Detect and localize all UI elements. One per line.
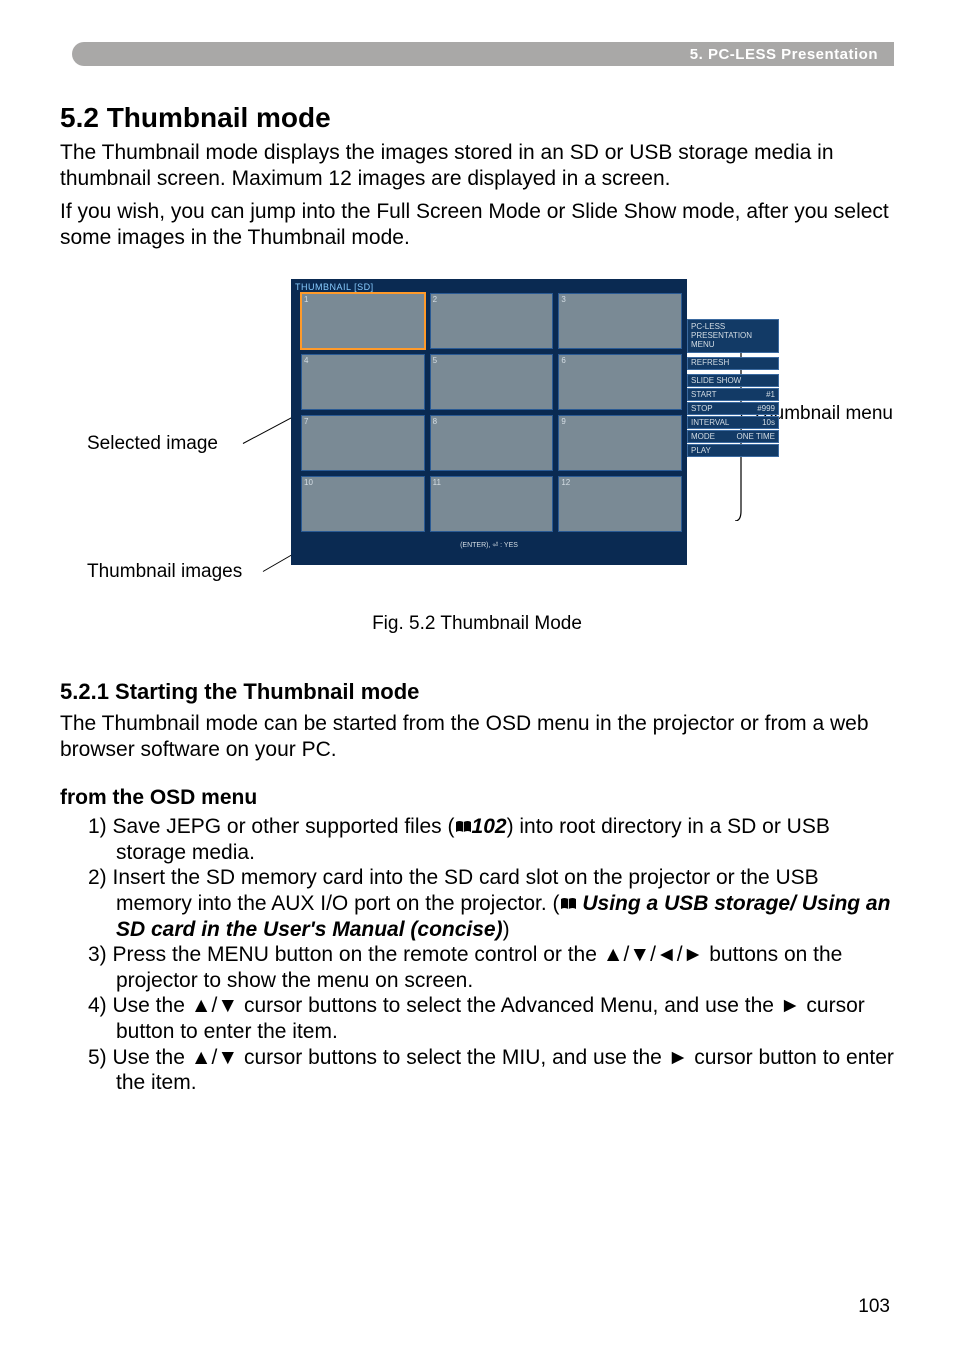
subheading-5-2-1: 5.2.1 Starting the Thumbnail mode [60, 679, 894, 705]
side-mode: MODEONE TIME [687, 430, 779, 443]
section-header-bar: 5. PC-LESS Presentation [72, 42, 894, 66]
step-5: 5) Use the ▲/▼ cursor buttons to select … [88, 1045, 894, 1096]
selected-image-label: Selected image [87, 433, 218, 455]
side-start: START#1 [687, 388, 779, 401]
thumbnail-cell: 7 [301, 415, 425, 471]
side-play: PLAY [687, 444, 779, 457]
thumbnail-cell: 4 [301, 354, 425, 410]
thumbnail-grid: 1 2 3 4 5 6 7 8 9 10 11 12 [291, 293, 687, 536]
thumbnail-screen: THUMBNAIL [SD] 1 2 3 4 5 6 7 8 9 10 11 1… [291, 279, 687, 565]
intro-paragraph-1: The Thumbnail mode displays the images s… [60, 140, 894, 193]
thumbnail-cell: 6 [558, 354, 682, 410]
book-icon [455, 820, 472, 834]
page: 5. PC-LESS Presentation 5.2 Thumbnail mo… [0, 0, 954, 1354]
screen-footer: (ENTER), ⏎ : YES [291, 536, 687, 549]
step-3: 3) Press the MENU button on the remote c… [88, 942, 894, 993]
from-osd-heading: from the OSD menu [60, 786, 894, 810]
thumbnail-cell: 8 [430, 415, 554, 471]
thumbnail-cell: 5 [430, 354, 554, 410]
side-refresh: REFRESH [687, 357, 779, 370]
thumbnail-side-menu: PC-LESS PRESENTATION MENU REFRESH SLIDE … [687, 319, 779, 457]
figure-caption: Fig. 5.2 Thumbnail Mode [60, 613, 894, 635]
side-slideshow: SLIDE SHOW [687, 374, 779, 387]
section-header-text: 5. PC-LESS Presentation [690, 46, 878, 63]
page-ref: 102 [472, 815, 507, 838]
screen-header: THUMBNAIL [SD] [291, 279, 687, 293]
side-pcless: PC-LESS PRESENTATION MENU [687, 319, 779, 353]
thumbnail-cell: 10 [301, 476, 425, 532]
thumbnail-cell: 12 [558, 476, 682, 532]
page-number: 103 [858, 1296, 890, 1318]
thumbnail-cell: 2 [430, 293, 554, 349]
thumbnail-cell: 9 [558, 415, 682, 471]
thumbnail-cell: 11 [430, 476, 554, 532]
thumbnail-cell: 1 [301, 293, 425, 349]
step-2: 2) Insert the SD memory card into the SD… [88, 865, 894, 942]
book-icon [560, 897, 577, 911]
step-4: 4) Use the ▲/▼ cursor buttons to select … [88, 993, 894, 1044]
thumbnail-cell: 3 [558, 293, 682, 349]
side-stop: STOP#999 [687, 402, 779, 415]
side-interval: INTERVAL10s [687, 416, 779, 429]
page-title: 5.2 Thumbnail mode [60, 102, 894, 134]
thumbnail-images-label: Thumbnail images [87, 561, 242, 583]
sub-body: The Thumbnail mode can be started from t… [60, 711, 894, 762]
intro-paragraph-2: If you wish, you can jump into the Full … [60, 199, 894, 252]
step-1: 1) Save JEPG or other supported files (1… [88, 814, 894, 865]
figure-5-2: Selected image Thumbnail images Thumbnai… [87, 279, 867, 609]
steps-list: 1) Save JEPG or other supported files (1… [60, 814, 894, 1096]
side-slideshow-group: SLIDE SHOW START#1 STOP#999 INTERVAL10s … [687, 374, 779, 457]
